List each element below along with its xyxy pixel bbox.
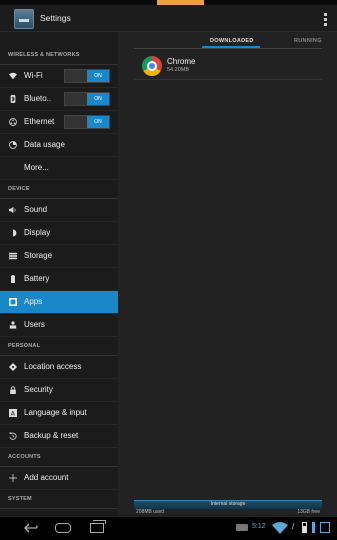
overflow-menu-icon[interactable] xyxy=(324,13,328,27)
sidebar-item-battery[interactable]: Battery xyxy=(0,268,118,291)
sidebar-item-wifi[interactable]: Wi-Fi ON xyxy=(0,65,118,88)
sidebar-item-sound[interactable]: Sound xyxy=(0,199,118,222)
storage-free: 13GB free xyxy=(297,509,320,515)
apps-tabs: DOWNLOADED RUNNING xyxy=(118,32,337,49)
page-title: Settings xyxy=(40,13,71,23)
system-navigation-bar: 5:12 / xyxy=(0,517,337,540)
app-size: 54.20MB xyxy=(167,67,190,73)
svg-text:A: A xyxy=(11,409,16,417)
sidebar-item-language[interactable]: A Language & input xyxy=(0,402,118,425)
sidebar-item-display[interactable]: Display xyxy=(0,222,118,245)
sidebar-item-storage[interactable]: Storage xyxy=(0,245,118,268)
speaker-icon xyxy=(9,206,16,214)
sidebar-item-backup[interactable]: Backup & reset xyxy=(0,425,118,448)
section-header-personal: PERSONAL xyxy=(0,337,118,356)
sidebar-item-label: Display xyxy=(24,228,51,237)
sidebar-item-label: Add account xyxy=(24,473,69,482)
bluetooth-icon xyxy=(10,95,16,103)
signal-off-icon: / xyxy=(292,522,295,531)
clock: 5:12 xyxy=(252,523,266,530)
display-brightness-icon xyxy=(9,229,17,237)
tab-downloaded[interactable]: DOWNLOADED xyxy=(210,38,254,44)
sidebar-item-bluetooth[interactable]: Blueto.. ON xyxy=(0,88,118,111)
action-bar: Settings xyxy=(0,5,337,32)
sidebar-item-more[interactable]: More... xyxy=(0,157,118,180)
storage-usage: Internal storage 208MB used 13GB free xyxy=(134,494,322,516)
battery-icon xyxy=(11,275,15,283)
divider xyxy=(134,48,322,49)
sidebar-item-users[interactable]: Users xyxy=(0,314,118,337)
toggle-state: ON xyxy=(87,70,109,82)
sync-icon xyxy=(320,522,330,533)
wifi-signal-icon xyxy=(272,522,288,534)
toggle-state: ON xyxy=(87,116,109,128)
sidebar-item-add-account[interactable]: Add account xyxy=(0,467,118,490)
sidebar-item-label: Wi-Fi xyxy=(24,71,43,80)
location-icon xyxy=(9,363,17,371)
language-icon: A xyxy=(9,409,17,417)
backup-restore-icon xyxy=(9,432,17,440)
sidebar-item-label: Location access xyxy=(24,362,82,371)
app-name: Chrome xyxy=(167,57,196,66)
recent-apps-icon[interactable] xyxy=(90,520,106,533)
battery-status-icon xyxy=(302,522,307,533)
sidebar-item-label: Battery xyxy=(24,274,50,283)
apps-panel: DOWNLOADED RUNNING Chrome 54.20MB Intern… xyxy=(118,32,337,517)
sidebar-item-apps[interactable]: Apps xyxy=(0,291,118,314)
sidebar-item-security[interactable]: Security xyxy=(0,379,118,402)
back-icon[interactable] xyxy=(24,523,38,533)
sidebar-item-label: Security xyxy=(24,385,53,394)
sidebar-item-label: Blueto.. xyxy=(24,94,52,103)
section-header-device: DEVICE xyxy=(0,180,118,199)
data-usage-icon xyxy=(9,141,17,149)
sidebar-item-ethernet[interactable]: Ethernet ON xyxy=(0,111,118,134)
bluetooth-toggle[interactable]: ON xyxy=(64,92,110,106)
sidebar-item-label: Sound xyxy=(24,205,48,214)
chrome-icon xyxy=(142,56,162,76)
lock-icon xyxy=(10,386,16,394)
storage-icon xyxy=(9,252,17,260)
section-header-system: SYSTEM xyxy=(0,490,118,509)
sidebar-item-label: Users xyxy=(24,320,45,329)
sidebar-item-label: Ethernet xyxy=(24,117,55,126)
tab-running[interactable]: RUNNING xyxy=(294,38,322,44)
notification-icon xyxy=(236,524,248,531)
sidebar-item-label: Language & input xyxy=(24,408,87,417)
ethernet-icon xyxy=(9,118,17,126)
wifi-icon xyxy=(9,72,17,80)
plus-icon xyxy=(9,474,17,482)
signal-bar-icon xyxy=(312,522,315,533)
apps-icon xyxy=(9,298,17,306)
sidebar-item-location[interactable]: Location access xyxy=(0,356,118,379)
storage-label: Internal storage xyxy=(210,501,246,507)
toggle-state: ON xyxy=(87,93,109,105)
sidebar-item-label: Storage xyxy=(24,251,53,260)
home-icon[interactable] xyxy=(55,523,71,533)
sidebar-item-label: Apps xyxy=(24,297,43,306)
wifi-toggle[interactable]: ON xyxy=(64,69,110,83)
section-header-wireless: WIRELESS & NETWORKS xyxy=(0,46,118,65)
sidebar-item-label: Data usage xyxy=(24,140,65,149)
settings-app-icon[interactable] xyxy=(14,9,34,29)
users-icon xyxy=(9,321,17,329)
storage-used: 208MB used xyxy=(136,509,165,515)
sidebar-item-label: More... xyxy=(24,163,49,172)
settings-sidebar: WIRELESS & NETWORKS Wi-Fi ON Blueto.. ON… xyxy=(0,32,118,517)
sidebar-item-label: Backup & reset xyxy=(24,431,79,440)
ethernet-toggle[interactable]: ON xyxy=(64,115,110,129)
list-item[interactable]: Chrome 54.20MB xyxy=(134,52,322,80)
section-header-accounts: ACCOUNTS xyxy=(0,448,118,467)
sidebar-item-data-usage[interactable]: Data usage xyxy=(0,134,118,157)
